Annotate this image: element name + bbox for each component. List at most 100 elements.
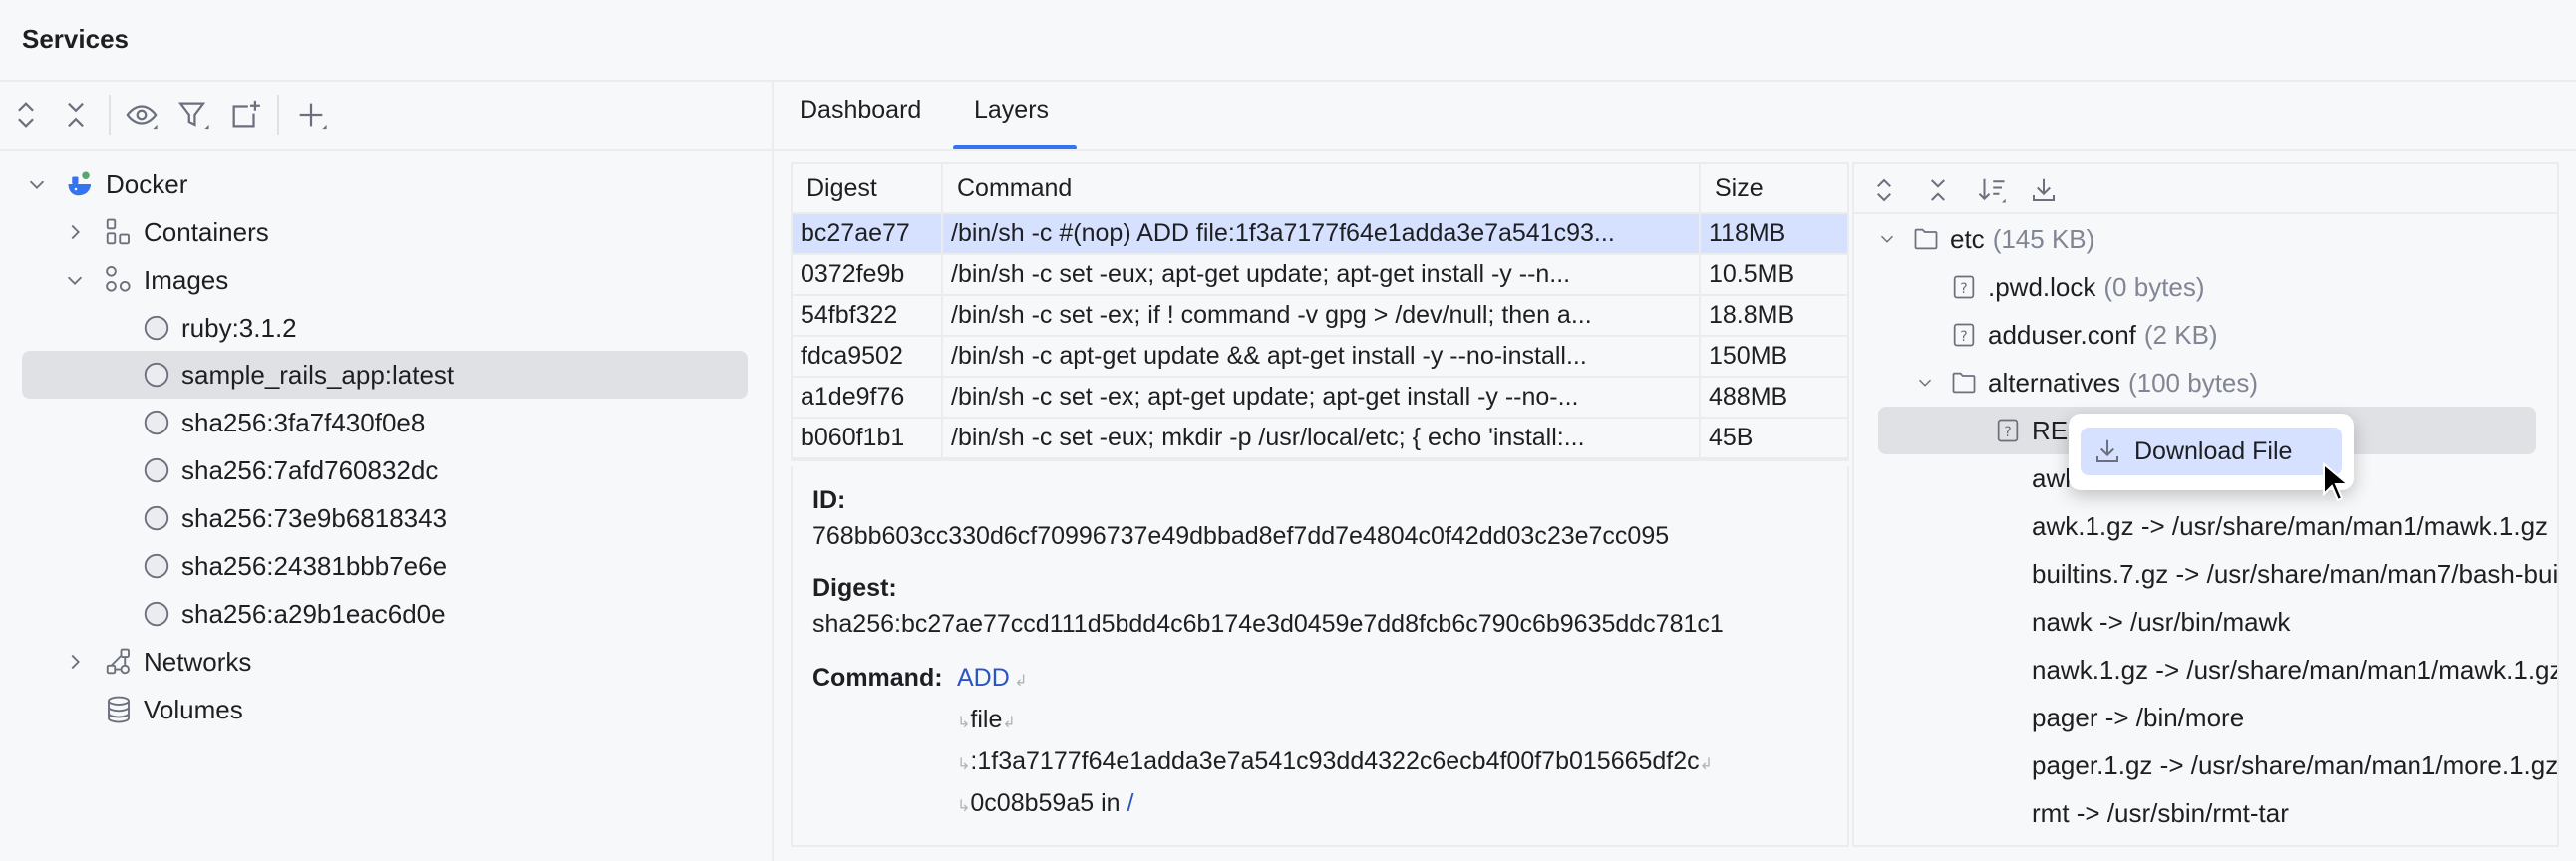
file-tree-node-file[interactable]: ? adduser.conf (2 KB) (1948, 311, 2218, 359)
file-name: builtins.7.gz -> /usr/share/man/man7/bas… (2032, 558, 2559, 589)
tree-node-image[interactable]: sha256:73e9b6818343 (140, 494, 447, 542)
expand-all-icon[interactable] (6, 95, 46, 135)
tree-node-label: Images (144, 264, 229, 295)
tree-node-images[interactable]: Images (62, 256, 228, 304)
chevron-down-icon[interactable] (24, 171, 50, 197)
collapse-all-icon[interactable] (56, 95, 96, 135)
tree-node-image[interactable]: sha256:7afd760832dc (140, 446, 438, 494)
tree-node-label: Networks (144, 646, 252, 677)
table-row[interactable]: a1de9f76 /bin/sh -c set -ex; apt-get upd… (793, 378, 1847, 419)
tab-layers[interactable]: Layers (974, 96, 1049, 125)
collapse-all-icon[interactable] (1920, 172, 1956, 208)
table-row[interactable]: 0372fe9b /bin/sh -c set -eux; apt-get up… (793, 255, 1847, 296)
command-keyword-link[interactable]: ADD ↲ (957, 664, 1028, 693)
networks-icon (102, 645, 136, 679)
tree-node-label: Containers (144, 216, 269, 247)
tree-node-image[interactable]: ruby:3.1.2 (140, 304, 297, 352)
file-tree-node-file[interactable]: ? RE (1992, 407, 2068, 454)
tree-node-label: sha256:a29b1eac6d0e (181, 598, 446, 629)
command-keyword: ADD (957, 664, 1010, 692)
file-tree-node-link[interactable]: rmt -> /usr/sbin/rmt-tar (2032, 789, 2289, 837)
digest-value: sha256:bc27ae77ccd111d5bdd4c6b174e3d0459… (812, 610, 1724, 638)
cell-command: /bin/sh -c set -eux; mkdir -p /usr/local… (943, 419, 1701, 457)
menu-item-download-file[interactable]: Download File (2081, 428, 2342, 475)
file-tree-node-link[interactable]: pager.1.gz -> /usr/share/man/man1/more.1… (2032, 741, 2557, 789)
toolbar-separator (277, 95, 279, 135)
tree-node-label: sha256:3fa7f430f0e8 (181, 407, 426, 437)
add-icon[interactable] (291, 95, 331, 135)
cell-command: /bin/sh -c apt-get update && apt-get ins… (943, 337, 1701, 376)
chevron-down-icon[interactable] (1912, 370, 1938, 396)
table-row[interactable]: b060f1b1 /bin/sh -c set -eux; mkdir -p /… (793, 419, 1847, 459)
file-tree-node-link[interactable]: pager -> /bin/more (2032, 694, 2244, 741)
table-row[interactable]: 54fbf322 /bin/sh -c set -ex; if ! comman… (793, 296, 1847, 337)
file-name: pager -> /bin/more (2032, 702, 2245, 732)
tree-node-volumes[interactable]: Volumes (102, 686, 243, 733)
svg-text:?: ? (1960, 329, 1967, 345)
file-size: (145 KB) (1992, 223, 2095, 254)
chevron-right-icon[interactable] (62, 219, 88, 245)
file-tree-node-link[interactable]: nawk.1.gz -> /usr/share/man/man1/mawk.1.… (2032, 646, 2557, 694)
chevron-right-icon[interactable] (62, 649, 88, 675)
table-row[interactable]: bc27ae77 /bin/sh -c #(nop) ADD file:1f3a… (793, 214, 1847, 255)
image-icon (140, 501, 173, 535)
soft-wrap-icon: ↲ (1699, 756, 1714, 773)
file-tree-node-link[interactable]: nawk -> /usr/bin/mawk (2032, 598, 2290, 646)
cell-size: 10.5MB (1709, 260, 1795, 288)
file-name: etc (1950, 223, 1985, 254)
command-label: Command: (812, 664, 943, 692)
sort-icon[interactable] (1974, 172, 2010, 208)
table-row[interactable]: fdca9502 /bin/sh -c apt-get update && ap… (793, 337, 1847, 378)
image-icon (140, 311, 173, 345)
chevron-down-icon[interactable] (62, 267, 88, 293)
splitter[interactable] (772, 80, 774, 861)
tree-node-image[interactable]: sha256:24381bbb7e6e (140, 542, 447, 590)
column-header-digest[interactable]: Digest (793, 164, 943, 212)
volumes-icon (102, 693, 136, 726)
tree-node-label: sha256:7afd760832dc (181, 454, 439, 485)
download-icon (2096, 439, 2118, 462)
tree-node-docker[interactable]: Docker (24, 160, 187, 208)
download-icon[interactable] (2026, 172, 2062, 208)
folder-icon (1948, 367, 1980, 399)
column-header-command[interactable]: Command (943, 164, 1701, 212)
files-toolbar (1854, 164, 2557, 214)
id-value: 768bb603cc330d6cf70996737e49dbbad8ef7dd7… (812, 522, 1670, 550)
view-options-icon[interactable] (122, 95, 161, 135)
file-tree-node-link[interactable]: builtins.7.gz -> /usr/share/man/man7/bas… (2032, 550, 2559, 598)
tree-node-label: sha256:73e9b6818343 (181, 502, 448, 533)
tree-node-image[interactable]: sha256:a29b1eac6d0e (140, 590, 446, 638)
file-name: rmt -> /usr/sbin/rmt-tar (2032, 797, 2289, 828)
file-tree-node-folder[interactable]: etc (145 KB) (1874, 215, 2094, 263)
file-name: awk.1.gz -> /usr/share/man/man1/mawk.1.g… (2032, 510, 2549, 541)
soft-wrap-icon: ↳ (957, 715, 971, 731)
tree-node-image[interactable]: sample_rails_app:latest (140, 351, 454, 399)
command-line-text: :1f3a7177f64e1adda3e7a541c93dd4322c6ecb4… (970, 747, 1700, 775)
tab-dashboard[interactable]: Dashboard (800, 96, 921, 125)
images-icon (102, 263, 136, 297)
filter-icon[interactable] (173, 95, 213, 135)
new-group-icon[interactable] (225, 95, 265, 135)
command-line-text: file (970, 706, 1003, 733)
cell-digest: fdca9502 (793, 337, 943, 376)
toolbar-separator (109, 95, 111, 135)
tree-node-networks[interactable]: Networks (62, 638, 251, 686)
column-header-size[interactable]: Size (1701, 164, 1847, 212)
image-icon (140, 453, 173, 487)
header-divider (0, 80, 2576, 82)
unknown-file-icon: ? (1992, 415, 2024, 446)
file-size: (0 bytes) (2103, 271, 2205, 302)
command-dest-link[interactable]: / (1127, 789, 1134, 817)
containers-icon (102, 215, 136, 249)
image-icon (140, 358, 173, 392)
tree-node-containers[interactable]: Containers (62, 208, 269, 256)
chevron-down-icon[interactable] (1874, 226, 1900, 252)
file-tree-node-link[interactable]: awk.1.gz -> /usr/share/man/man1/mawk.1.g… (2032, 502, 2548, 550)
file-tree-node-file[interactable]: ? .pwd.lock (0 bytes) (1948, 263, 2205, 311)
cell-size: 118MB (1709, 219, 1786, 247)
cell-size: 488MB (1709, 383, 1788, 411)
file-tree-node-folder[interactable]: alternatives (100 bytes) (1912, 359, 2258, 407)
folder-icon (1910, 223, 1942, 255)
tree-node-image[interactable]: sha256:3fa7f430f0e8 (140, 399, 425, 446)
expand-all-icon[interactable] (1866, 172, 1902, 208)
